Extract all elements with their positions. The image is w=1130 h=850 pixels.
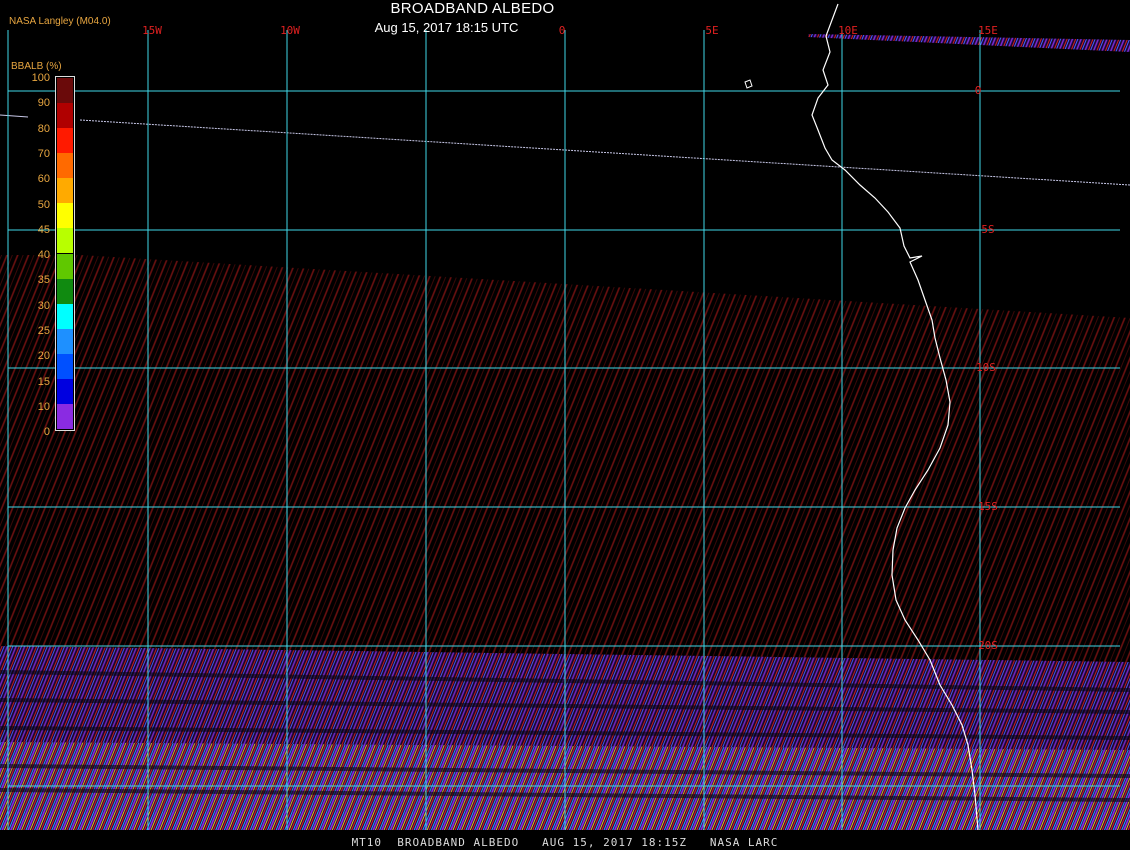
timestamp-subtitle: Aug 15, 2017 18:15 UTC: [374, 20, 519, 35]
latitude-label: 10S: [976, 361, 996, 374]
colorbar-tick-label: 10: [37, 400, 50, 413]
colorbar-tick-label: 30: [37, 299, 50, 312]
colorbar-tick-label: 100: [31, 72, 50, 84]
colorbar-tick-label: 50: [37, 198, 50, 211]
colorbar-segment: [57, 278, 73, 304]
colorbar-segment: [57, 378, 73, 404]
colorbar-segment: [57, 178, 73, 204]
colorbar-segment: [57, 403, 73, 429]
colorbar-tick-label: 60: [37, 173, 50, 186]
footer-caption: MT10 BROADBAND ALBEDO AUG 15, 2017 18:15…: [351, 836, 779, 849]
colorbar-tick-label: 0: [43, 426, 50, 439]
colorbar-tick-label: 45: [37, 223, 50, 236]
colorbar-segment: [57, 353, 73, 379]
longitude-label: 15E: [978, 24, 998, 37]
colorbar-segment: [57, 303, 73, 329]
colorbar-segment: [57, 253, 73, 279]
page-title: BROADBAND ALBEDO: [390, 0, 555, 17]
colorbar-tick-label: 70: [37, 147, 50, 160]
colorbar-tick-label: 25: [37, 325, 50, 337]
island-outline: [744, 79, 753, 89]
colorbar-tick-label: 35: [37, 274, 50, 287]
colorbar-segment: [57, 203, 73, 229]
credit-label: NASA Langley (M04.0): [9, 16, 111, 27]
latitude-label: 20S: [978, 639, 998, 652]
colorbar-tick-label: 90: [37, 97, 50, 110]
colorbar-title: BBALB (%): [11, 61, 62, 72]
colorbar-segment: [57, 128, 73, 154]
latitude-label: 5S: [981, 223, 994, 236]
colorbar-tick-label: 80: [37, 122, 50, 135]
colorbar-tick-label: 20: [37, 350, 50, 363]
latitude-label: 0: [975, 84, 982, 97]
scan-line: [79, 119, 1130, 186]
colorbar-tick-label: 40: [37, 249, 50, 262]
map-canvas: 15W 10W 0 5E 10E 15E05S10S15S20S: [0, 3, 1130, 850]
scan-line-left: [0, 114, 29, 118]
colorbar-segment: [57, 153, 73, 179]
colorbar-tick-label: 15: [37, 375, 50, 388]
colorbar-segment: [57, 228, 73, 254]
colorbar-segment: [57, 103, 73, 129]
colorbar-segment: [57, 78, 73, 104]
colorbar-segment: [57, 328, 73, 354]
latitude-label: 15S: [978, 500, 998, 513]
colorbar: [55, 76, 75, 431]
